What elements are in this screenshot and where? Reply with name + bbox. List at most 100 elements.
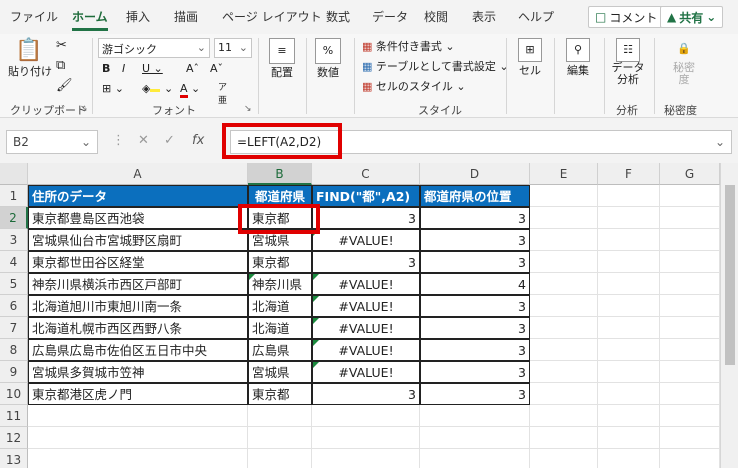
empty-cell[interactable] bbox=[598, 449, 660, 468]
table-cell[interactable]: 宮城県 bbox=[248, 361, 312, 383]
table-cell[interactable]: 北海道札幌市西区西野八条 bbox=[28, 317, 248, 339]
tab-draw[interactable]: 描画 bbox=[174, 8, 198, 25]
empty-cell[interactable] bbox=[598, 339, 660, 361]
empty-cell[interactable] bbox=[598, 317, 660, 339]
empty-cell[interactable] bbox=[530, 251, 598, 273]
empty-cell[interactable] bbox=[660, 207, 720, 229]
table-cell[interactable]: #VALUE! bbox=[312, 339, 420, 361]
table-cell[interactable]: #VALUE! bbox=[312, 295, 420, 317]
row-header[interactable]: 11 bbox=[0, 405, 28, 427]
table-cell[interactable]: 3 bbox=[420, 229, 530, 251]
edit-button[interactable]: ⚲ 編集 bbox=[562, 38, 594, 78]
row-header[interactable]: 10 bbox=[0, 383, 28, 405]
table-cell[interactable]: 神奈川県横浜市西区戸部町 bbox=[28, 273, 248, 295]
tab-page-layout[interactable]: ページ レイアウト bbox=[222, 8, 322, 25]
row-header[interactable]: 4 bbox=[0, 251, 28, 273]
table-cell[interactable]: 3 bbox=[420, 295, 530, 317]
table-cell[interactable]: 北海道 bbox=[248, 317, 312, 339]
select-all[interactable] bbox=[0, 163, 28, 185]
tab-review[interactable]: 校閲 bbox=[424, 8, 448, 25]
row-header[interactable]: 5 bbox=[0, 273, 28, 295]
number-button[interactable]: % 数値 bbox=[312, 38, 344, 80]
empty-cell[interactable] bbox=[28, 427, 248, 449]
table-cell[interactable]: 東京都港区虎ノ門 bbox=[28, 383, 248, 405]
empty-cell[interactable] bbox=[248, 405, 312, 427]
empty-cell[interactable] bbox=[312, 427, 420, 449]
table-header-cell[interactable]: FIND("都",A2) bbox=[312, 185, 420, 207]
table-format-button[interactable]: ▦ テーブルとして書式設定 ⌄ bbox=[362, 58, 509, 74]
column-header-f[interactable]: F bbox=[598, 163, 660, 185]
empty-cell[interactable] bbox=[660, 383, 720, 405]
table-cell[interactable]: 広島県 bbox=[248, 339, 312, 361]
sensitivity-button[interactable]: 🔒 秘密 度 bbox=[666, 38, 702, 86]
table-cell[interactable]: 東京都世田谷区経堂 bbox=[28, 251, 248, 273]
table-cell[interactable]: 3 bbox=[312, 251, 420, 273]
table-cell[interactable]: 宮城県仙台市宮城野区扇町 bbox=[28, 229, 248, 251]
table-cell[interactable]: 宮城県多賀城市笠神 bbox=[28, 361, 248, 383]
table-cell[interactable]: 東京都 bbox=[248, 251, 312, 273]
column-header-a[interactable]: A bbox=[28, 163, 248, 185]
row-header[interactable]: 1 bbox=[0, 185, 28, 207]
empty-cell[interactable] bbox=[598, 383, 660, 405]
format-painter-icon[interactable]: 🖌 bbox=[56, 78, 73, 93]
phonetic-icon[interactable]: ア亜 bbox=[218, 80, 227, 106]
table-cell[interactable]: 3 bbox=[420, 361, 530, 383]
empty-cell[interactable] bbox=[660, 295, 720, 317]
table-header-cell[interactable]: 都道府県の位置 bbox=[420, 185, 530, 207]
insert-function-icon[interactable]: fx bbox=[192, 133, 204, 148]
tab-help[interactable]: ヘルプ bbox=[518, 8, 554, 25]
enter-icon[interactable]: ✓ bbox=[164, 133, 175, 148]
empty-cell[interactable] bbox=[598, 295, 660, 317]
table-cell[interactable]: 神奈川県 bbox=[248, 273, 312, 295]
empty-cell[interactable] bbox=[248, 427, 312, 449]
cut-icon[interactable]: ✂ bbox=[56, 38, 67, 53]
table-cell[interactable]: #VALUE! bbox=[312, 317, 420, 339]
font-dialog-launcher-icon[interactable]: ↘ bbox=[244, 104, 252, 114]
row-header[interactable]: 8 bbox=[0, 339, 28, 361]
tab-insert[interactable]: 挿入 bbox=[126, 8, 150, 25]
table-cell[interactable]: 3 bbox=[420, 251, 530, 273]
table-cell[interactable]: 3 bbox=[420, 317, 530, 339]
empty-cell[interactable] bbox=[28, 405, 248, 427]
empty-cell[interactable] bbox=[530, 383, 598, 405]
empty-cell[interactable] bbox=[660, 251, 720, 273]
align-button[interactable]: ≡ 配置 bbox=[266, 38, 298, 80]
cells-button[interactable]: ⊞ セル bbox=[514, 38, 546, 78]
row-header[interactable]: 3 bbox=[0, 229, 28, 251]
empty-cell[interactable] bbox=[530, 449, 598, 468]
name-box[interactable]: B2 ⌄ bbox=[6, 130, 98, 154]
empty-cell[interactable] bbox=[312, 405, 420, 427]
copy-icon[interactable]: ⧉ bbox=[56, 58, 65, 73]
cancel-icon[interactable]: ✕ bbox=[138, 133, 149, 148]
font-name-select[interactable]: 游ゴシック ⌄ bbox=[98, 38, 210, 58]
empty-cell[interactable] bbox=[660, 317, 720, 339]
empty-cell[interactable] bbox=[420, 449, 530, 468]
underline-button[interactable]: U ⌄ bbox=[142, 62, 163, 75]
empty-cell[interactable] bbox=[660, 229, 720, 251]
tab-view[interactable]: 表示 bbox=[472, 8, 496, 25]
table-cell[interactable]: 3 bbox=[312, 383, 420, 405]
comment-button[interactable]: □ コメント bbox=[588, 6, 665, 28]
font-color-icon[interactable]: A ⌄ bbox=[180, 82, 200, 98]
cell-style-button[interactable]: ▦ セルのスタイル ⌄ bbox=[362, 78, 466, 94]
tab-file[interactable]: ファイル bbox=[10, 8, 58, 25]
empty-cell[interactable] bbox=[530, 405, 598, 427]
table-cell[interactable]: #VALUE! bbox=[312, 273, 420, 295]
table-cell[interactable]: #VALUE! bbox=[312, 361, 420, 383]
dialog-launcher-icon[interactable]: ↘ bbox=[80, 104, 88, 114]
empty-cell[interactable] bbox=[530, 427, 598, 449]
table-cell[interactable]: 東京都 bbox=[248, 383, 312, 405]
table-cell[interactable]: 4 bbox=[420, 273, 530, 295]
bold-button[interactable]: B bbox=[102, 62, 110, 75]
tab-data[interactable]: データ bbox=[372, 8, 408, 25]
empty-cell[interactable] bbox=[530, 295, 598, 317]
column-header-b[interactable]: B bbox=[248, 163, 312, 185]
empty-cell[interactable] bbox=[420, 427, 530, 449]
decrease-font-icon[interactable]: Aˇ bbox=[210, 62, 223, 75]
empty-cell[interactable] bbox=[530, 317, 598, 339]
row-header[interactable]: 7 bbox=[0, 317, 28, 339]
vertical-scrollbar[interactable] bbox=[720, 163, 738, 468]
row-header[interactable]: 13 bbox=[0, 449, 28, 468]
empty-cell[interactable] bbox=[660, 361, 720, 383]
expand-icon[interactable]: ⌄ bbox=[715, 135, 725, 149]
